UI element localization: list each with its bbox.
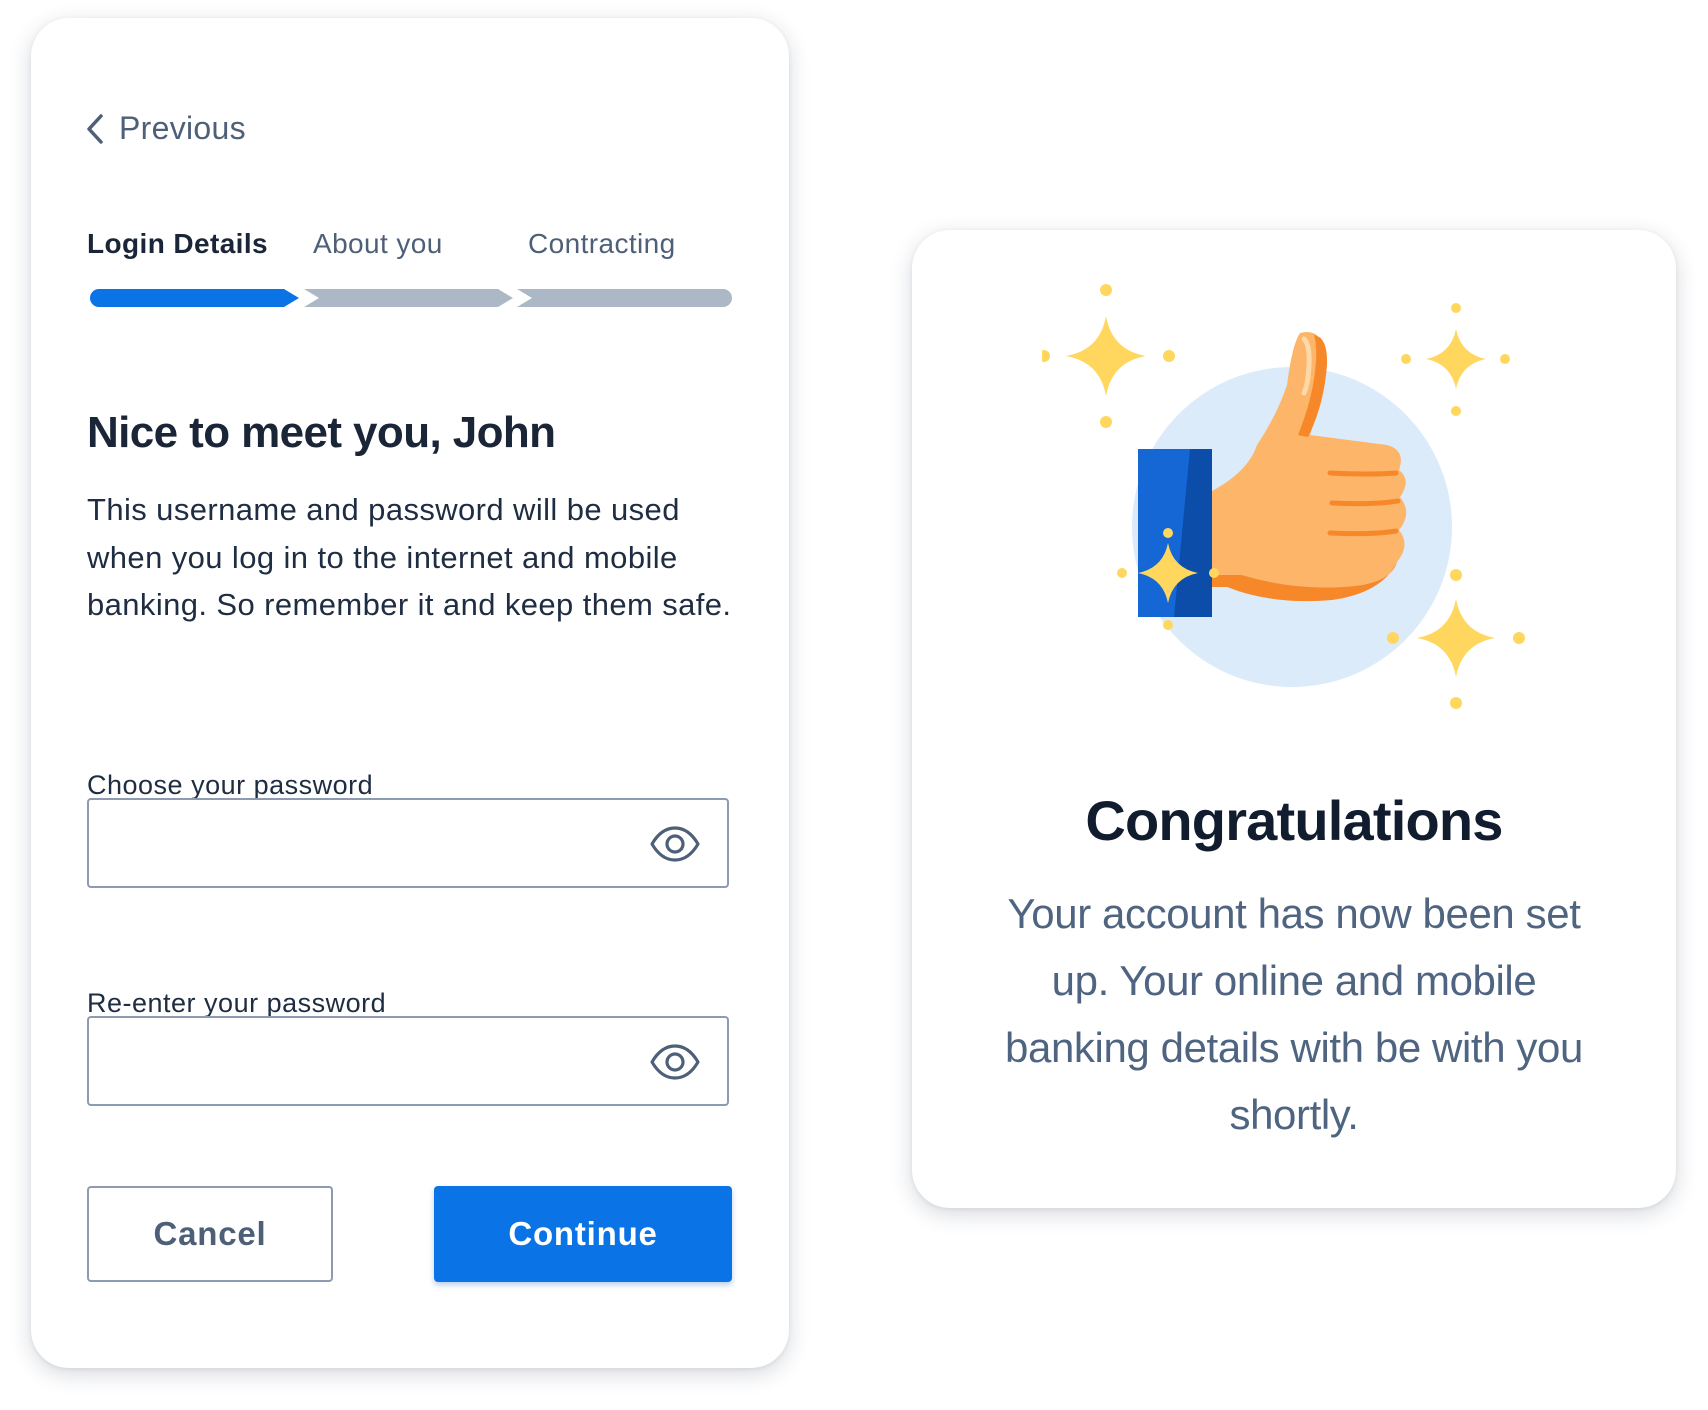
cancel-button[interactable]: Cancel	[87, 1186, 333, 1282]
eye-icon[interactable]	[649, 824, 701, 864]
congratulations-title: Congratulations	[1085, 789, 1503, 852]
progress-segment-login-details	[90, 289, 299, 307]
step-login-details[interactable]: Login Details	[87, 228, 268, 260]
congratulations-message: Your account has now been set up. Your o…	[1005, 890, 1583, 1138]
password-input[interactable]	[89, 800, 649, 886]
progress-bar	[90, 289, 732, 307]
step-contracting[interactable]: Contracting	[528, 228, 676, 260]
progress-segment-contracting	[517, 289, 732, 307]
password-label: Choose your password	[87, 770, 374, 800]
greeting-heading: Nice to meet you, John	[87, 408, 556, 457]
login-details-card: Previous Login Details About you Contrac…	[31, 18, 789, 1368]
eye-icon[interactable]	[649, 1042, 701, 1082]
thumbs-up-illustration	[1042, 284, 1525, 709]
sparkle-icon	[1401, 303, 1510, 416]
sleeve	[1138, 449, 1212, 617]
confirm-password-label: Re-enter your password	[87, 988, 387, 1018]
confirm-password-input[interactable]	[89, 1018, 649, 1104]
chevron-left-icon	[85, 113, 105, 145]
step-about-you[interactable]: About you	[313, 228, 443, 260]
continue-button[interactable]: Continue	[434, 1186, 732, 1282]
previous-label: Previous	[119, 110, 246, 146]
confirm-password-field	[87, 1016, 729, 1106]
congratulations-card: Congratulations Your account has now bee…	[912, 230, 1676, 1208]
intro-text: This username and password will be used …	[87, 492, 732, 622]
progress-segment-about-you	[304, 289, 513, 307]
password-field	[87, 798, 729, 888]
progress-stepper: Login Details About you Contracting	[87, 228, 733, 328]
previous-link[interactable]: Previous	[85, 110, 246, 147]
sparkle-icon	[1042, 284, 1175, 428]
